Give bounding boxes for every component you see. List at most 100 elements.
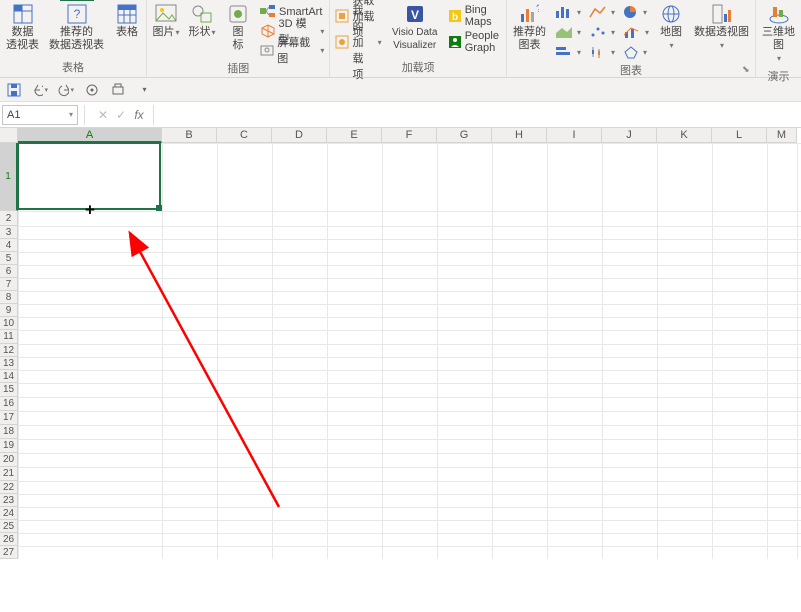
column-header[interactable]: J xyxy=(602,128,657,143)
group-charts: ? 推荐的 图表 ▾ ▾ ▾ ▾ ▾ ▾ ▾ ▾ ▾ xyxy=(507,0,756,77)
pie-chart-button[interactable]: ▾ xyxy=(621,3,649,21)
radar-chart-button[interactable]: ▾ xyxy=(621,43,649,61)
cells-area[interactable]: + xyxy=(18,143,801,559)
visio-icon: V xyxy=(403,3,427,25)
peoplegraph-button[interactable]: People Graph xyxy=(446,33,503,51)
3dmap-icon xyxy=(767,3,791,25)
fx-button[interactable]: fx xyxy=(131,108,147,122)
row-header[interactable]: 10 xyxy=(0,317,18,330)
row-header[interactable]: 2 xyxy=(0,211,18,226)
column-header[interactable]: M xyxy=(767,128,797,143)
screenshot-button[interactable]: 屏幕截图▾ xyxy=(258,41,326,59)
column-header[interactable]: D xyxy=(272,128,327,143)
row-header[interactable]: 27 xyxy=(0,546,18,559)
row-header[interactable]: 6 xyxy=(0,265,18,278)
customize-qat-button[interactable]: ▾ xyxy=(136,82,152,98)
print-preview-button[interactable] xyxy=(110,82,126,98)
row-header[interactable]: 21 xyxy=(0,467,18,481)
row-header[interactable]: 4 xyxy=(0,239,18,252)
rec-charts-button[interactable]: ? 推荐的 图表 xyxy=(510,1,549,54)
visio-button[interactable]: V Visio Data Visualizer xyxy=(388,1,442,54)
pivotchart-button[interactable]: 数据透视图▾ xyxy=(691,1,752,54)
ribbon: 数据 透视表 ? 推荐的 数据透视表 表格 表格 xyxy=(0,0,801,78)
row-header[interactable]: 15 xyxy=(0,383,18,397)
chevron-down-icon: ▾ xyxy=(320,27,324,36)
dialog-launcher[interactable]: ⬊ xyxy=(742,64,752,74)
group-addins: 获取加载项 我的加载项▾ V Visio Data Visualizer b B… xyxy=(330,0,507,77)
hbar-chart-button[interactable]: ▾ xyxy=(553,43,583,61)
undo-button[interactable]: ▾ xyxy=(32,82,48,98)
enter-formula-button[interactable]: ✓ xyxy=(113,108,129,122)
row-header[interactable]: 5 xyxy=(0,252,18,265)
column-headers: ABCDEFGHIJKLM xyxy=(18,128,801,143)
bar-chart-button[interactable]: ▾ xyxy=(553,3,583,21)
row-header[interactable]: 26 xyxy=(0,533,18,546)
column-header[interactable]: I xyxy=(547,128,602,143)
3dmap-button[interactable]: 三维地 图▾ xyxy=(759,1,798,67)
column-header[interactable]: B xyxy=(162,128,217,143)
line-chart-button[interactable]: ▾ xyxy=(587,3,617,21)
pivot-table-icon xyxy=(11,3,35,25)
column-header[interactable]: C xyxy=(217,128,272,143)
combo-chart-button[interactable]: ▾ xyxy=(621,23,651,41)
chart-type-grid: ▾ ▾ ▾ ▾ ▾ ▾ ▾ ▾ ▾ xyxy=(553,1,651,61)
3d-icon xyxy=(260,23,276,39)
scatter-chart-button[interactable]: ▾ xyxy=(587,23,617,41)
row-header[interactable]: 19 xyxy=(0,439,18,453)
cancel-formula-button[interactable]: ✕ xyxy=(95,108,111,122)
name-box[interactable]: A1 ▾ xyxy=(2,105,78,125)
recommended-pivot-button[interactable]: ? 推荐的 数据透视表 xyxy=(46,1,107,54)
get-addin-icon xyxy=(335,8,349,24)
row-header[interactable]: 17 xyxy=(0,411,18,425)
row-header[interactable]: 24 xyxy=(0,507,18,520)
chevron-down-icon: ▾ xyxy=(720,41,724,50)
bing-icon: b xyxy=(448,8,462,24)
column-header[interactable]: F xyxy=(382,128,437,143)
picture-button[interactable]: 图片▾ xyxy=(150,1,182,41)
chevron-down-icon: ▾ xyxy=(777,54,781,63)
row-header[interactable]: 22 xyxy=(0,481,18,494)
row-header[interactable]: 23 xyxy=(0,494,18,507)
row-header[interactable]: 16 xyxy=(0,397,18,411)
save-button[interactable] xyxy=(6,82,22,98)
group-label: 图表 xyxy=(620,61,642,80)
row-header[interactable]: 18 xyxy=(0,425,18,439)
redo-button[interactable]: ▾ xyxy=(58,82,74,98)
row-header[interactable]: 13 xyxy=(0,357,18,370)
row-header[interactable]: 1 xyxy=(0,143,18,211)
table-icon xyxy=(115,3,139,25)
fill-handle[interactable] xyxy=(156,205,162,211)
column-header[interactable]: L xyxy=(712,128,767,143)
column-header[interactable]: H xyxy=(492,128,547,143)
table-button[interactable]: 表格 xyxy=(111,1,143,41)
stock-chart-button[interactable]: ▾ xyxy=(587,43,617,61)
row-header[interactable]: 20 xyxy=(0,453,18,467)
group-label: 加载项 xyxy=(402,58,435,77)
touch-mode-button[interactable] xyxy=(84,82,100,98)
row-header[interactable]: 9 xyxy=(0,304,18,317)
row-header[interactable]: 3 xyxy=(0,226,18,239)
row-header[interactable]: 7 xyxy=(0,278,18,291)
shapes-button[interactable]: 形状▾ xyxy=(186,1,218,41)
column-header[interactable]: K xyxy=(657,128,712,143)
pivot-table-button[interactable]: 数据 透视表 xyxy=(3,1,42,54)
my-addins-button[interactable]: 我的加载项▾ xyxy=(333,33,383,51)
row-header[interactable]: 25 xyxy=(0,520,18,533)
column-header[interactable]: E xyxy=(327,128,382,143)
row-header[interactable]: 8 xyxy=(0,291,18,304)
column-header[interactable]: A xyxy=(18,128,162,143)
row-header[interactable]: 11 xyxy=(0,330,18,344)
people-icon xyxy=(448,34,462,50)
map-icon xyxy=(659,3,683,25)
icons-button[interactable]: 图 标 xyxy=(222,1,254,54)
row-header[interactable]: 14 xyxy=(0,370,18,383)
row-headers: 1234567891011121314151617181920212223242… xyxy=(0,143,18,559)
svg-text:?: ? xyxy=(536,4,539,15)
area-chart-button[interactable]: ▾ xyxy=(553,23,583,41)
maps-button[interactable]: 地图▾ xyxy=(655,1,687,54)
row-header[interactable]: 12 xyxy=(0,344,18,357)
column-header[interactable]: G xyxy=(437,128,492,143)
bingmaps-button[interactable]: b Bing Maps xyxy=(446,7,503,25)
select-all-corner[interactable] xyxy=(0,128,18,143)
my-addin-icon xyxy=(335,34,349,50)
